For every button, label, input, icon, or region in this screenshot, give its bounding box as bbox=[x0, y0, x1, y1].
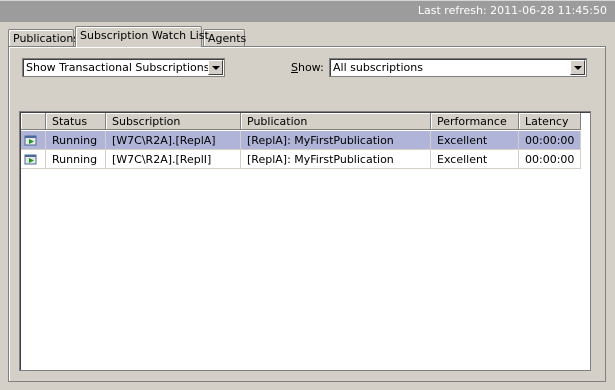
running-agent-icon bbox=[24, 154, 37, 165]
subscription-type-dropdown[interactable]: Show Transactional Subscriptions bbox=[22, 58, 225, 77]
column-header-performance[interactable]: Performance bbox=[431, 113, 519, 130]
status-bar: Last refresh: 2011-06-28 11:45:50 bbox=[0, 0, 615, 22]
tab-subscription-watch-list[interactable]: Subscription Watch List bbox=[75, 26, 209, 47]
column-header-icon[interactable] bbox=[21, 113, 46, 130]
cell-performance: Excellent bbox=[431, 131, 519, 150]
column-header-subscription[interactable]: Subscription bbox=[106, 113, 241, 130]
cell-subscription: [W7C\R2A].[ReplA] bbox=[106, 131, 241, 150]
cell-latency: 00:00:00 bbox=[519, 150, 581, 169]
cell-publication: [ReplA]: MyFirstPublication bbox=[241, 131, 431, 150]
show-filter-dropdown[interactable]: All subscriptions bbox=[329, 58, 587, 77]
subscription-type-value: Show Transactional Subscriptions bbox=[26, 61, 210, 74]
tab-agents[interactable]: Agents bbox=[203, 29, 246, 47]
table-row[interactable]: Running [W7C\R2A].[ReplI] [ReplA]: MyFir… bbox=[21, 150, 581, 169]
tab-panel: Show Transactional Subscriptions Show: A… bbox=[8, 46, 606, 382]
show-label: Show: bbox=[291, 61, 324, 74]
show-filter-value: All subscriptions bbox=[333, 61, 423, 74]
column-header-latency[interactable]: Latency bbox=[519, 113, 581, 130]
cell-subscription: [W7C\R2A].[ReplI] bbox=[106, 150, 241, 169]
cell-status: Running bbox=[46, 150, 106, 169]
column-header-publication[interactable]: Publication bbox=[241, 113, 431, 130]
main-pane: Publications Subscription Watch List Age… bbox=[0, 22, 615, 390]
running-agent-icon bbox=[24, 135, 37, 146]
cell-status: Running bbox=[46, 131, 106, 150]
chevron-down-icon[interactable] bbox=[570, 60, 585, 75]
column-header-status[interactable]: Status bbox=[46, 113, 106, 130]
cell-performance: Excellent bbox=[431, 150, 519, 169]
tab-publications[interactable]: Publications bbox=[8, 29, 79, 47]
subscriptions-grid[interactable]: Status Subscription Publication Performa… bbox=[19, 111, 591, 371]
chevron-down-icon[interactable] bbox=[208, 60, 223, 75]
last-refresh-text: Last refresh: 2011-06-28 11:45:50 bbox=[417, 4, 607, 17]
cell-publication: [ReplA]: MyFirstPublication bbox=[241, 150, 431, 169]
table-row[interactable]: Running [W7C\R2A].[ReplA] [ReplA]: MyFir… bbox=[21, 131, 581, 150]
cell-latency: 00:00:00 bbox=[519, 131, 581, 150]
